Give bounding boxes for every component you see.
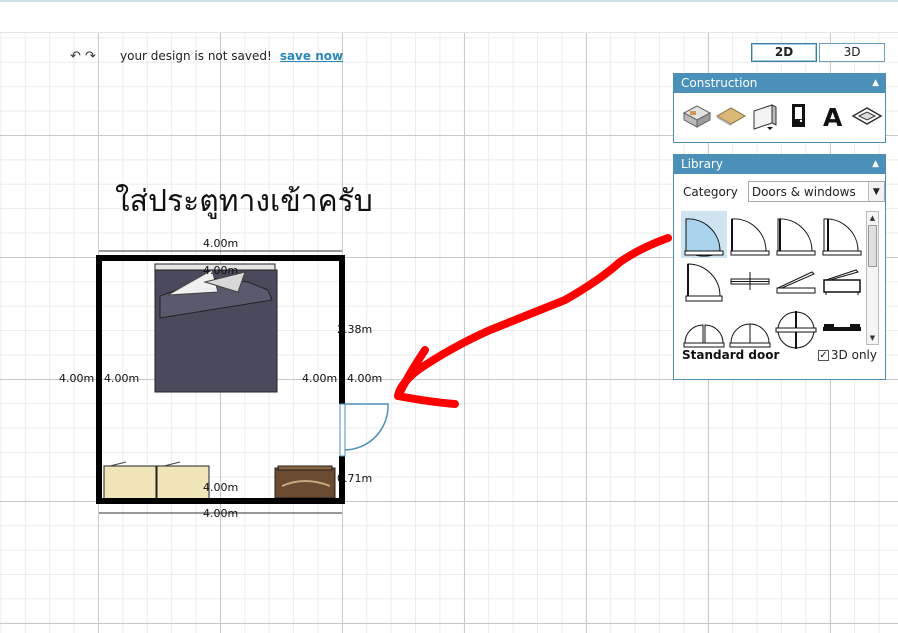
- dresser[interactable]: [274, 465, 336, 499]
- dim-right-outer: 4.00m: [347, 372, 383, 385]
- dim-right-inner: 4.00m: [302, 372, 338, 385]
- dim-top-outer: 4.00m: [203, 237, 239, 250]
- dim-door-gap: 0.71m: [337, 472, 373, 485]
- placed-door[interactable]: [339, 403, 389, 457]
- red-arrow: [394, 234, 672, 408]
- dim-bottom-outer: 4.00m: [203, 507, 239, 520]
- dim-right-top-segment: 2.38m: [337, 323, 373, 336]
- dim-left-inner: 4.00m: [104, 372, 140, 385]
- cabinet-left[interactable]: [103, 461, 157, 500]
- cabinet-right[interactable]: [156, 461, 210, 500]
- dim-bottom-inner: 4.00m: [203, 481, 239, 494]
- floorplan-canvas[interactable]: [0, 0, 898, 633]
- dim-left-outer: 4.00m: [59, 372, 95, 385]
- bed[interactable]: [154, 263, 278, 393]
- dim-top-inner: 4.00m: [203, 264, 239, 277]
